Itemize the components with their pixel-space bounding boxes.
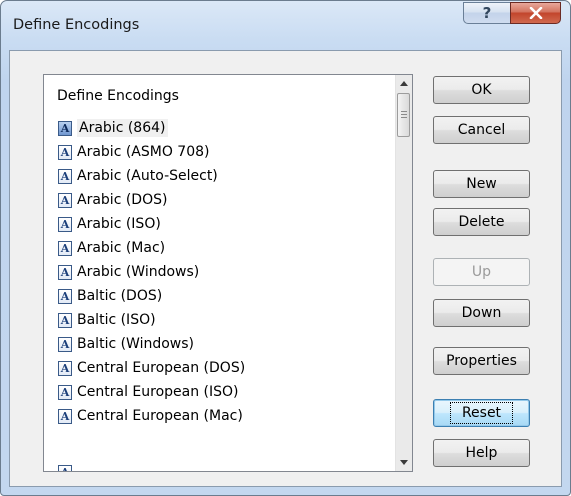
reset-button[interactable]: Reset — [433, 399, 530, 427]
list-item[interactable]: A Central European (DOS) — [56, 356, 386, 380]
list-item-label: Arabic (ISO) — [77, 216, 161, 232]
encoding-icon: A — [58, 216, 72, 232]
scroll-up-arrow-icon[interactable] — [396, 75, 412, 92]
scroll-down-arrow-icon[interactable] — [396, 454, 412, 471]
delete-button[interactable]: Delete — [433, 208, 530, 236]
list-item[interactable]: A Arabic (ISO) — [56, 212, 386, 236]
list-item[interactable]: A Arabic (Auto-Select) — [56, 164, 386, 188]
list-item[interactable]: A Arabic (Windows) — [56, 260, 386, 284]
help-caption-button[interactable]: ? — [463, 2, 510, 24]
cancel-button[interactable]: Cancel — [433, 116, 530, 144]
list-item[interactable]: A Arabic (Mac) — [56, 236, 386, 260]
dialog-window: Define Encodings ? Define Encodings A Ara… — [0, 0, 571, 496]
encoding-icon: A — [58, 384, 72, 400]
new-button[interactable]: New — [433, 170, 530, 198]
ok-button[interactable]: OK — [433, 76, 530, 104]
list-item-label: Baltic (DOS) — [77, 288, 163, 304]
dialog-client-area: Define Encodings A Arabic (864) A Arabic (A… — [9, 50, 562, 487]
encoding-icon: A — [58, 465, 72, 471]
list-item-label: Central European (DOS) — [77, 360, 246, 376]
help-button[interactable]: Help — [433, 439, 530, 467]
grip-line — [401, 117, 407, 118]
encoding-icon: A — [58, 360, 72, 376]
list-item-label: Arabic (Auto-Select) — [77, 168, 218, 184]
list-item-label: Arabic (ASMO 708) — [77, 144, 210, 160]
encoding-icon: A — [58, 120, 72, 136]
encoding-icon: A — [58, 168, 72, 184]
down-button[interactable]: Down — [433, 299, 530, 327]
window-title: Define Encodings — [13, 17, 140, 33]
list-item-label: Arabic (Mac) — [77, 240, 166, 256]
close-button[interactable] — [510, 2, 561, 24]
reset-button-label: Reset — [449, 402, 514, 424]
list-item-label: Arabic (DOS) — [77, 192, 168, 208]
question-mark-icon: ? — [482, 4, 492, 22]
list-item-label: Arabic (Windows) — [77, 264, 200, 280]
list-item[interactable]: A Baltic (Windows) — [56, 332, 386, 356]
list-item[interactable]: A Arabic (864) — [56, 116, 386, 140]
encodings-list: A Arabic (864) A Arabic (ASMO 708) A Arabic (… — [56, 116, 386, 428]
properties-button[interactable]: Properties — [433, 347, 530, 375]
up-button[interactable]: Up — [433, 258, 530, 286]
encoding-icon: A — [58, 288, 72, 304]
grip-line — [401, 111, 407, 112]
list-item[interactable]: A Central European (Mac) — [56, 404, 386, 428]
caption-buttons: ? — [463, 2, 561, 24]
list-item-label: Baltic (ISO) — [77, 312, 156, 328]
list-header: Define Encodings — [57, 88, 179, 104]
list-item[interactable]: A Arabic (ASMO 708) — [56, 140, 386, 164]
encoding-icon: A — [58, 264, 72, 280]
close-x-icon — [529, 7, 542, 19]
vertical-scrollbar[interactable] — [395, 75, 412, 471]
scrollbar-thumb[interactable] — [397, 93, 410, 137]
encoding-icon: A — [58, 312, 72, 328]
list-item[interactable]: A Central European (ISO) — [56, 380, 386, 404]
encoding-icon: A — [58, 240, 72, 256]
encodings-listbox[interactable]: Define Encodings A Arabic (864) A Arabic (A… — [43, 74, 413, 472]
encoding-icon: A — [58, 408, 72, 424]
list-item-label: Central European (ISO) — [77, 384, 239, 400]
encoding-icon: A — [58, 192, 72, 208]
list-item-partial[interactable]: A — [58, 465, 77, 471]
list-item-label: Central European (Mac) — [77, 408, 243, 424]
list-item-label: Arabic (864) — [77, 119, 169, 137]
encoding-icon: A — [58, 144, 72, 160]
list-item[interactable]: A Arabic (DOS) — [56, 188, 386, 212]
encoding-icon: A — [58, 336, 72, 352]
grip-line — [401, 114, 407, 115]
list-item[interactable]: A Baltic (DOS) — [56, 284, 386, 308]
list-item-label: Baltic (Windows) — [77, 336, 195, 352]
list-item[interactable]: A Baltic (ISO) — [56, 308, 386, 332]
